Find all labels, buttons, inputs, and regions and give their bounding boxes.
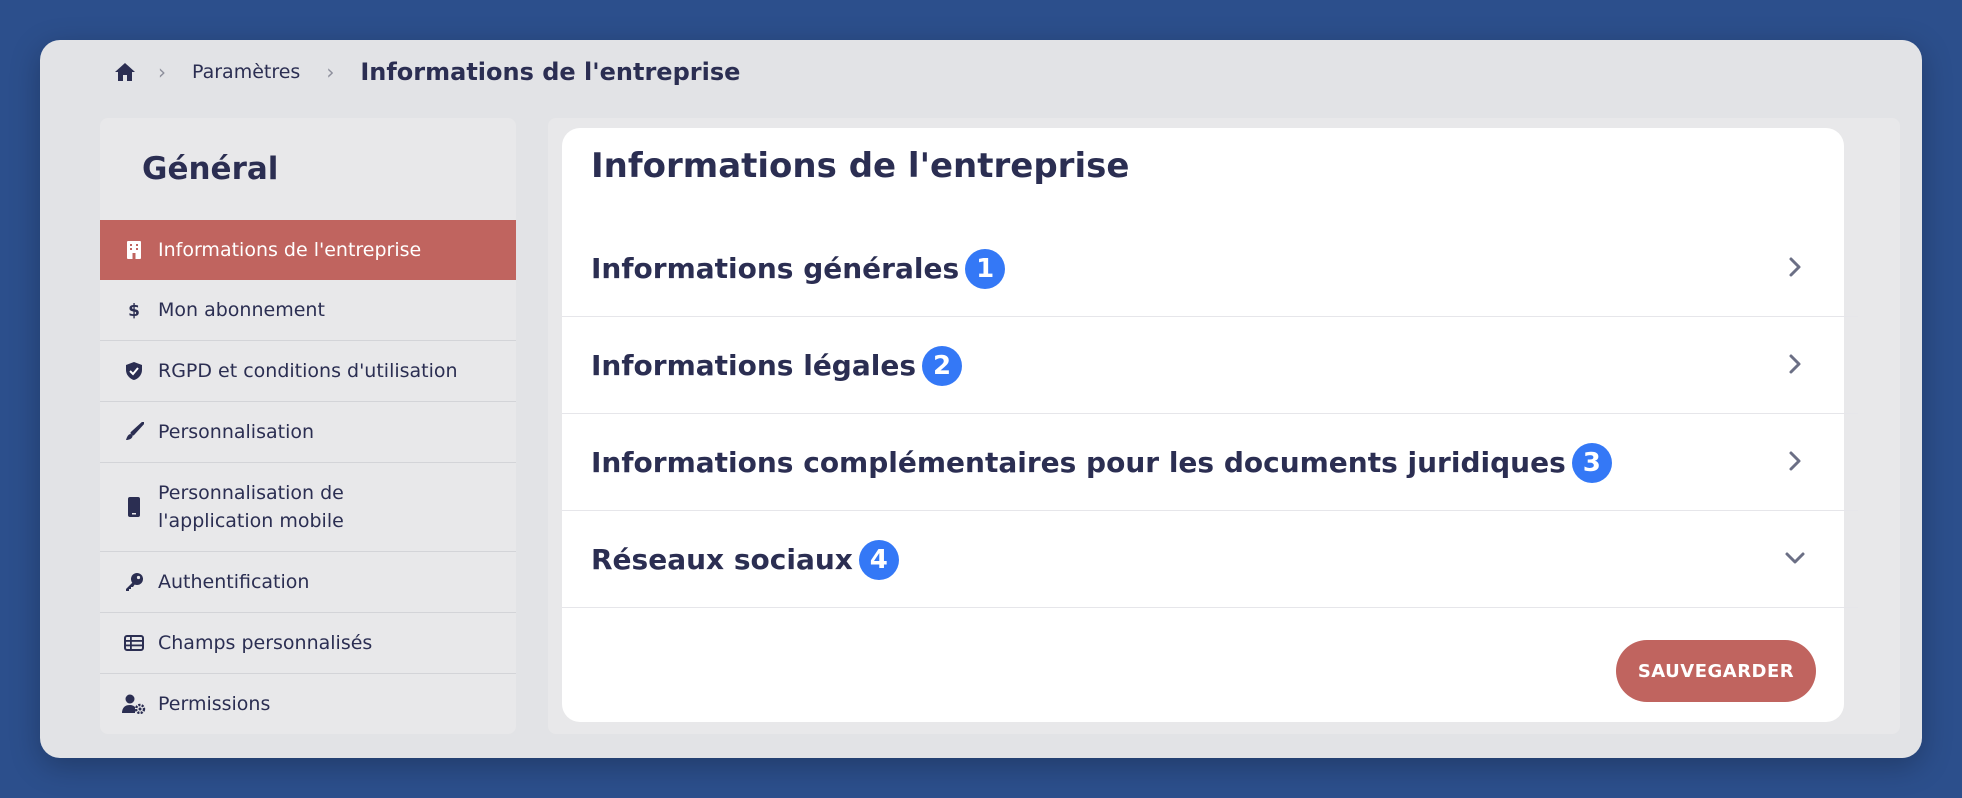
section-label: Réseaux sociaux — [591, 542, 853, 576]
section-legal-info[interactable]: Informations légales 2 — [562, 317, 1858, 414]
content-area: Informations de l'entreprise Information… — [548, 118, 1900, 734]
breadcrumb-current: Informations de l'entreprise — [360, 58, 741, 86]
sidebar-item-permissions[interactable]: Permissions — [100, 673, 516, 734]
step-badge: 2 — [922, 346, 962, 386]
sidebar-item-label: Mon abonnement — [158, 299, 325, 321]
svg-text:$: $ — [128, 301, 140, 320]
sidebar-title: Général — [142, 151, 279, 187]
step-badge: 3 — [1571, 443, 1612, 483]
section-label: Informations complémentaires pour les do… — [591, 445, 1566, 479]
sections-accordion: Informations générales 1 Informations lé… — [562, 220, 1858, 608]
step-badge: 4 — [858, 540, 899, 580]
company-info-panel: Informations de l'entreprise Information… — [562, 128, 1858, 722]
sidebar-item-label: Authentification — [158, 571, 310, 593]
chevron-right-icon: › — [326, 60, 335, 84]
sidebar-item-subscription[interactable]: $ Mon abonnement — [100, 280, 516, 340]
sidebar-item-label: Champs personnalisés — [158, 632, 373, 654]
section-label: Informations légales — [591, 348, 916, 382]
page-title: Informations de l'entreprise — [591, 146, 1130, 186]
table-list-icon — [122, 635, 146, 651]
sidebar-item-company-info[interactable]: Informations de l'entreprise — [100, 220, 516, 280]
settings-window: › Paramètres › Informations de l'entrepr… — [40, 40, 1922, 758]
sidebar-item-personalization[interactable]: Personnalisation — [100, 401, 516, 462]
sidebar-item-gdpr[interactable]: RGPD et conditions d'utilisation — [100, 340, 516, 401]
section-legal-documents-info[interactable]: Informations complémentaires pour les do… — [562, 414, 1858, 511]
sidebar-item-label: Personnalisation — [158, 421, 315, 443]
chevron-right-icon[interactable] — [1784, 353, 1806, 375]
chevron-right-icon[interactable] — [1784, 256, 1806, 278]
sidebar-item-mobile-app[interactable]: Personnalisation de l'application mobile — [100, 462, 516, 551]
chevron-right-icon[interactable] — [1784, 450, 1806, 472]
sidebar-item-label: Permissions — [158, 693, 271, 715]
shield-check-icon — [122, 361, 146, 381]
save-button[interactable]: SAUVEGARDER — [1616, 640, 1816, 702]
settings-sidebar: Général Informations de l'entreprise $ M… — [100, 118, 516, 734]
paintbrush-icon — [122, 422, 146, 442]
user-gear-icon — [122, 694, 146, 714]
mobile-icon — [122, 497, 146, 517]
sidebar-item-custom-fields[interactable]: Champs personnalisés — [100, 612, 516, 673]
breadcrumb-parameters-link[interactable]: Paramètres — [192, 61, 300, 83]
sidebar-item-label: RGPD et conditions d'utilisation — [158, 360, 458, 382]
key-icon — [122, 572, 146, 592]
chevron-down-icon[interactable] — [1784, 547, 1806, 569]
sidebar-item-label: Informations de l'entreprise — [158, 239, 422, 261]
home-icon[interactable] — [110, 57, 140, 87]
sidebar-item-label: Personnalisation de l'application mobile — [158, 482, 344, 532]
building-icon — [122, 241, 146, 259]
section-social-networks[interactable]: Réseaux sociaux 4 — [562, 511, 1858, 608]
step-badge: 1 — [965, 249, 1006, 289]
section-label: Informations générales — [591, 251, 960, 285]
chevron-right-icon: › — [158, 60, 166, 84]
breadcrumb: › Paramètres › Informations de l'entrepr… — [110, 52, 740, 92]
dollar-icon: $ — [122, 300, 146, 320]
section-general-info[interactable]: Informations générales 1 — [562, 220, 1858, 317]
sidebar-item-authentication[interactable]: Authentification — [100, 551, 516, 612]
